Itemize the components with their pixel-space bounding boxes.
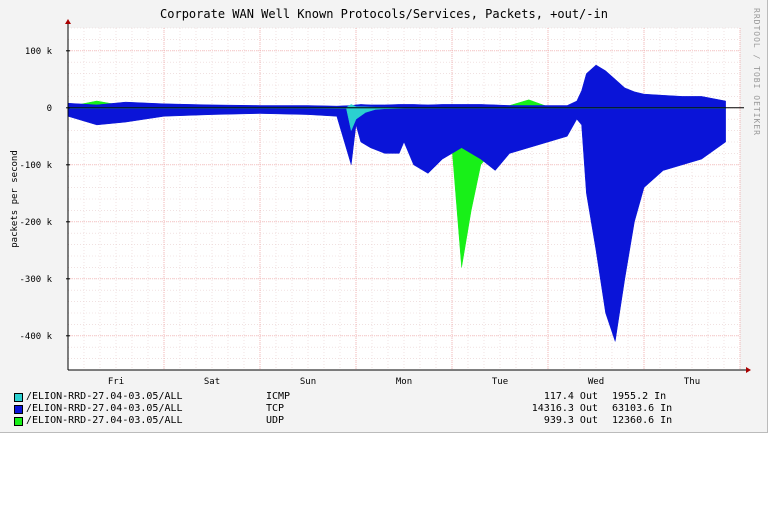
legend-row-tcp: /ELION-RRD-27.04-03.05/ALL TCP 14316.3 Out… — [14, 403, 754, 415]
legend-swatch — [14, 417, 23, 426]
legend-protocol: ICMP — [266, 391, 291, 402]
y-tick-label: 100 k — [25, 47, 53, 57]
legend-swatch — [14, 405, 23, 414]
y-tick-label: -200 k — [19, 218, 52, 228]
legend-out-value: 939.3 Out — [543, 415, 598, 426]
x-tick-label: Thu — [684, 377, 700, 387]
legend: /ELION-RRD-27.04-03.05/ALL ICMP 117.4 Out 1… — [14, 391, 754, 427]
x-tick-label: Wed — [588, 377, 604, 387]
legend-source: /ELION-RRD-27.04-03.05/ALL — [26, 403, 183, 414]
legend-protocol: TCP — [266, 403, 285, 414]
legend-source: /ELION-RRD-27.04-03.05/ALL — [26, 415, 183, 426]
legend-row-udp: /ELION-RRD-27.04-03.05/ALL UDP 939.3 Out 12… — [14, 415, 754, 427]
legend-protocol: UDP — [266, 415, 285, 426]
y-axis-arrow — [65, 19, 71, 24]
legend-source: /ELION-RRD-27.04-03.05/ALL — [26, 391, 183, 402]
legend-out-value: 117.4 Out — [543, 391, 598, 402]
y-tick-label: -300 k — [19, 275, 52, 285]
chart-canvas: 100 k 0 -100 k -200 k -300 k -400 k Fri Sat Sun M… — [10, 19, 751, 387]
x-axis-arrow — [746, 367, 751, 373]
y-tick-label: -100 k — [19, 161, 52, 171]
y-tick-label: -400 k — [19, 332, 52, 342]
legend-in-value: 12360.6 In — [612, 415, 673, 426]
legend-in-value: 63103.6 In — [612, 403, 673, 414]
y-tick-label: 0 — [47, 104, 52, 114]
legend-swatch — [14, 393, 23, 402]
y-axis-label: packets per second — [10, 150, 20, 248]
legend-row-icmp: /ELION-RRD-27.04-03.05/ALL ICMP 117.4 Out 1… — [14, 391, 754, 403]
x-tick-label: Mon — [396, 377, 412, 387]
legend-out-value: 14316.3 Out — [531, 403, 598, 414]
x-tick-label: Sun — [300, 377, 316, 387]
x-tick-label: Tue — [492, 377, 508, 387]
x-tick-label: Sat — [204, 377, 220, 387]
x-tick-label: Fri — [108, 377, 124, 387]
legend-in-value: 1955.2 In — [612, 391, 667, 402]
